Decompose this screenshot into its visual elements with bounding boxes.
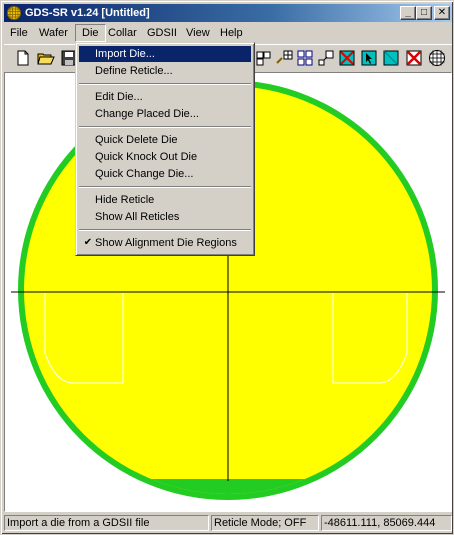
menu-item-label: Define Reticle... bbox=[95, 65, 173, 77]
menu-separator bbox=[79, 229, 251, 231]
menu-item-define-reticle[interactable]: Define Reticle... bbox=[79, 63, 251, 79]
menu-item-label: Quick Knock Out Die bbox=[95, 151, 198, 163]
menu-item-label: Hide Reticle bbox=[95, 194, 155, 206]
menu-item-quick-knock-out-die[interactable]: Quick Knock Out Die bbox=[79, 149, 251, 165]
die-grid-icon bbox=[256, 51, 271, 66]
status-message: Import a die from a GDSII file bbox=[4, 515, 209, 531]
menu-item-quick-change-die[interactable]: Quick Change Die... bbox=[79, 166, 251, 182]
menu-item-show-all-reticles[interactable]: Show All Reticles bbox=[79, 209, 251, 225]
minimize-button[interactable]: _ bbox=[400, 6, 416, 20]
open-button[interactable] bbox=[37, 49, 55, 67]
dotted-grid-icon bbox=[276, 50, 293, 64]
quad-die-icon bbox=[297, 50, 313, 66]
title-bar[interactable]: GDS-SR v1.24 [Untitled] _ □ ✕ bbox=[4, 4, 452, 22]
app-logo-icon bbox=[7, 6, 21, 20]
menu-item-label: Quick Delete Die bbox=[95, 134, 178, 146]
menu-separator bbox=[79, 126, 251, 128]
menu-die[interactable]: Die bbox=[75, 24, 106, 42]
menu-wafer[interactable]: Wafer bbox=[33, 24, 74, 42]
maximize-button[interactable]: □ bbox=[416, 6, 432, 20]
menu-item-label: Change Placed Die... bbox=[95, 108, 199, 120]
window-title: GDS-SR v1.24 [Untitled] bbox=[25, 7, 150, 19]
red-knockout-die-button[interactable] bbox=[405, 49, 423, 67]
menu-separator bbox=[79, 186, 251, 188]
red-knockout-die-icon bbox=[406, 50, 422, 66]
quad-die-button[interactable] bbox=[296, 49, 314, 67]
menu-collar[interactable]: Collar bbox=[102, 24, 143, 42]
new-button[interactable] bbox=[14, 49, 32, 67]
full-grid-icon bbox=[429, 50, 445, 66]
menu-item-edit-die[interactable]: Edit Die... bbox=[79, 89, 251, 105]
cyan-die-button[interactable] bbox=[382, 49, 400, 67]
cyan-die-icon bbox=[383, 50, 399, 66]
menu-separator bbox=[79, 83, 251, 85]
app-window: GDS-SR v1.24 [Untitled] _ □ ✕ File Wafer… bbox=[0, 0, 454, 535]
die-menu-dropdown: Import Die... Define Reticle... Edit Die… bbox=[75, 42, 255, 256]
minimize-icon: _ bbox=[405, 7, 411, 18]
menu-item-label: Show All Reticles bbox=[95, 211, 180, 223]
resize-die-button[interactable] bbox=[317, 49, 335, 67]
menu-file[interactable]: File bbox=[4, 24, 34, 42]
menu-gdsii[interactable]: GDSII bbox=[141, 24, 183, 42]
menu-view[interactable]: View bbox=[180, 24, 216, 42]
die-grid-button[interactable] bbox=[255, 49, 273, 67]
menu-help[interactable]: Help bbox=[214, 24, 249, 42]
menu-item-label: Import Die... bbox=[95, 48, 155, 60]
close-icon: ✕ bbox=[437, 7, 447, 18]
open-icon bbox=[37, 53, 55, 65]
new-icon bbox=[17, 50, 29, 66]
status-mode: Reticle Mode; OFF bbox=[211, 515, 319, 531]
menu-item-label: Show Alignment Die Regions bbox=[95, 237, 237, 249]
maximize-icon: □ bbox=[420, 7, 428, 18]
cyan-cursor-die-icon bbox=[361, 50, 377, 66]
dotted-grid-button[interactable] bbox=[275, 49, 293, 67]
menu-item-label: Quick Change Die... bbox=[95, 168, 194, 180]
resize-die-icon bbox=[318, 50, 334, 66]
full-grid-button[interactable] bbox=[428, 49, 446, 67]
menu-item-import-die[interactable]: Import Die... bbox=[79, 46, 251, 62]
close-button[interactable]: ✕ bbox=[434, 6, 450, 20]
menu-item-show-alignment-die-regions[interactable]: ✔ Show Alignment Die Regions bbox=[79, 235, 251, 251]
menu-item-change-placed-die[interactable]: Change Placed Die... bbox=[79, 106, 251, 122]
knockout-die-icon bbox=[339, 50, 355, 66]
status-bar: Import a die from a GDSII file Reticle M… bbox=[4, 514, 452, 532]
status-coords: -48611.111, 85069.444 bbox=[321, 515, 452, 531]
knockout-die-button[interactable] bbox=[338, 49, 356, 67]
menu-item-quick-delete-die[interactable]: Quick Delete Die bbox=[79, 132, 251, 148]
checkmark-icon: ✔ bbox=[83, 237, 93, 248]
menu-item-label: Edit Die... bbox=[95, 91, 143, 103]
cyan-cursor-die-button[interactable] bbox=[360, 49, 378, 67]
menu-bar: File Wafer Die Collar GDSII View Help bbox=[4, 24, 452, 42]
menu-item-hide-reticle[interactable]: Hide Reticle bbox=[79, 192, 251, 208]
